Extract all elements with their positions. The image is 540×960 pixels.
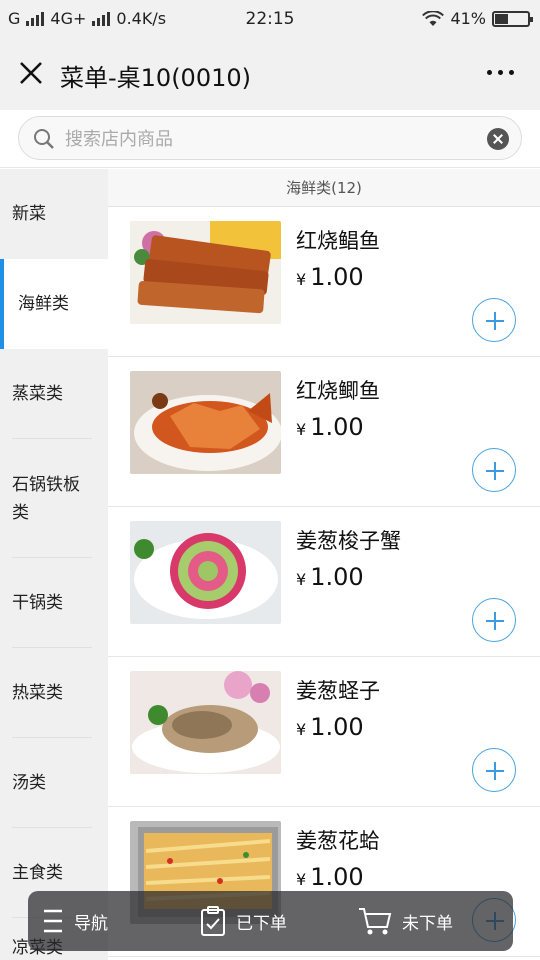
sidebar-item-label: 新菜 [12,204,46,224]
sidebar-item-steamed[interactable]: 蒸菜类 [0,349,108,439]
sidebar-item-new[interactable]: 新菜 [0,169,108,259]
category-sidebar: 新菜 海鲜类 蒸菜类 石锅铁板类 干锅类 热菜类 汤类 主食类 [0,169,108,960]
product-name: 姜葱花蛤 [296,829,380,853]
wifi-icon [422,10,445,26]
currency-symbol: ¥ [296,420,307,439]
sidebar-item-seafood[interactable]: 海鲜类 [0,259,108,349]
sidebar-item-label: 海鲜类 [18,294,69,314]
search-icon [34,129,54,149]
bottom-nav: 导航 已下单 未下单 [28,891,513,951]
product-name: 姜葱梭子蟹 [296,529,401,553]
sidebar-item-soup[interactable]: 汤类 [0,738,108,828]
dish-photo [130,371,281,474]
clear-icon[interactable] [487,128,509,150]
nav-label: 导航 [74,913,108,934]
product-item[interactable]: 姜葱蛏子 ¥1.00 [108,657,540,807]
app-root: G 4G+ 0.4K/s 22:15 41% 菜单-桌10(0010) 搜索店内… [0,0,540,960]
product-item[interactable]: 姜葱梭子蟹 ¥1.00 [108,507,540,657]
status-right: 41% [422,9,533,28]
product-price: ¥1.00 [296,413,364,441]
sidebar-item-label: 石锅铁板类 [12,474,80,523]
add-to-cart-button[interactable] [472,448,516,492]
price-value: 1.00 [310,863,364,891]
dish-photo [130,521,281,624]
product-price: ¥1.00 [296,863,364,891]
sidebar-item-hot-dishes[interactable]: 热菜类 [0,648,108,738]
price-value: 1.00 [310,413,364,441]
product-name: 红烧鲫鱼 [296,379,380,403]
currency-symbol: ¥ [296,570,307,589]
page-title: 菜单-桌10(0010) [60,64,252,92]
currency-symbol: ¥ [296,270,307,289]
sidebar-item-label: 干锅类 [12,593,63,613]
sidebar-item-stone-pot[interactable]: 石锅铁板类 [0,439,108,558]
add-to-cart-button[interactable] [472,598,516,642]
product-list: 海鲜类(12) 红烧鲳鱼 ¥1.00 红烧鲫鱼 ¥ 1.00 姜葱梭子蟹 ¥ 1… [108,169,540,960]
not-ordered-button[interactable]: 未下单 [358,891,453,951]
battery-icon [492,10,533,27]
product-name: 姜葱蛏子 [296,679,380,703]
ordered-button[interactable]: 已下单 [200,891,287,951]
menu-icon [44,909,62,933]
ordered-label: 已下单 [236,913,287,934]
product-price: ¥1.00 [296,263,364,291]
title-bar: 菜单-桌10(0010) [0,36,540,110]
search-box [18,116,522,160]
sidebar-item-label: 主食类 [12,863,63,883]
cart-icon [359,908,392,935]
search-bar [0,110,540,168]
currency-symbol: ¥ [296,720,307,739]
battery-level [495,13,508,24]
battery-percent: 41% [450,9,486,28]
currency-symbol: ¥ [296,870,307,889]
nav-button[interactable]: 导航 [42,891,108,951]
dish-photo [130,221,281,324]
sidebar-item-label: 蒸菜类 [12,384,63,404]
not-ordered-label: 未下单 [402,913,453,934]
close-icon[interactable] [14,56,48,90]
price-value: 1.00 [310,263,364,291]
search-input[interactable] [65,125,485,153]
product-price: ¥1.00 [296,563,364,591]
sidebar-item-dry-pot[interactable]: 干锅类 [0,558,108,648]
product-item[interactable]: 红烧鲳鱼 ¥1.00 [108,207,540,357]
add-to-cart-button[interactable] [472,298,516,342]
add-to-cart-button[interactable] [472,748,516,792]
price-value: 1.00 [310,713,364,741]
section-title: 海鲜类(12) [108,169,540,207]
dish-photo [130,671,281,774]
product-name: 红烧鲳鱼 [296,229,380,253]
sidebar-item-label: 热菜类 [12,683,63,703]
sidebar-item-label: 汤类 [12,773,46,793]
price-value: 1.00 [310,563,364,591]
product-price: ¥1.00 [296,713,364,741]
ordered-clipboard-icon [201,906,225,936]
more-icon[interactable] [487,70,514,75]
status-bar: G 4G+ 0.4K/s 22:15 41% [0,0,540,36]
product-item[interactable]: 红烧鲫鱼 ¥1.00 [108,357,540,507]
